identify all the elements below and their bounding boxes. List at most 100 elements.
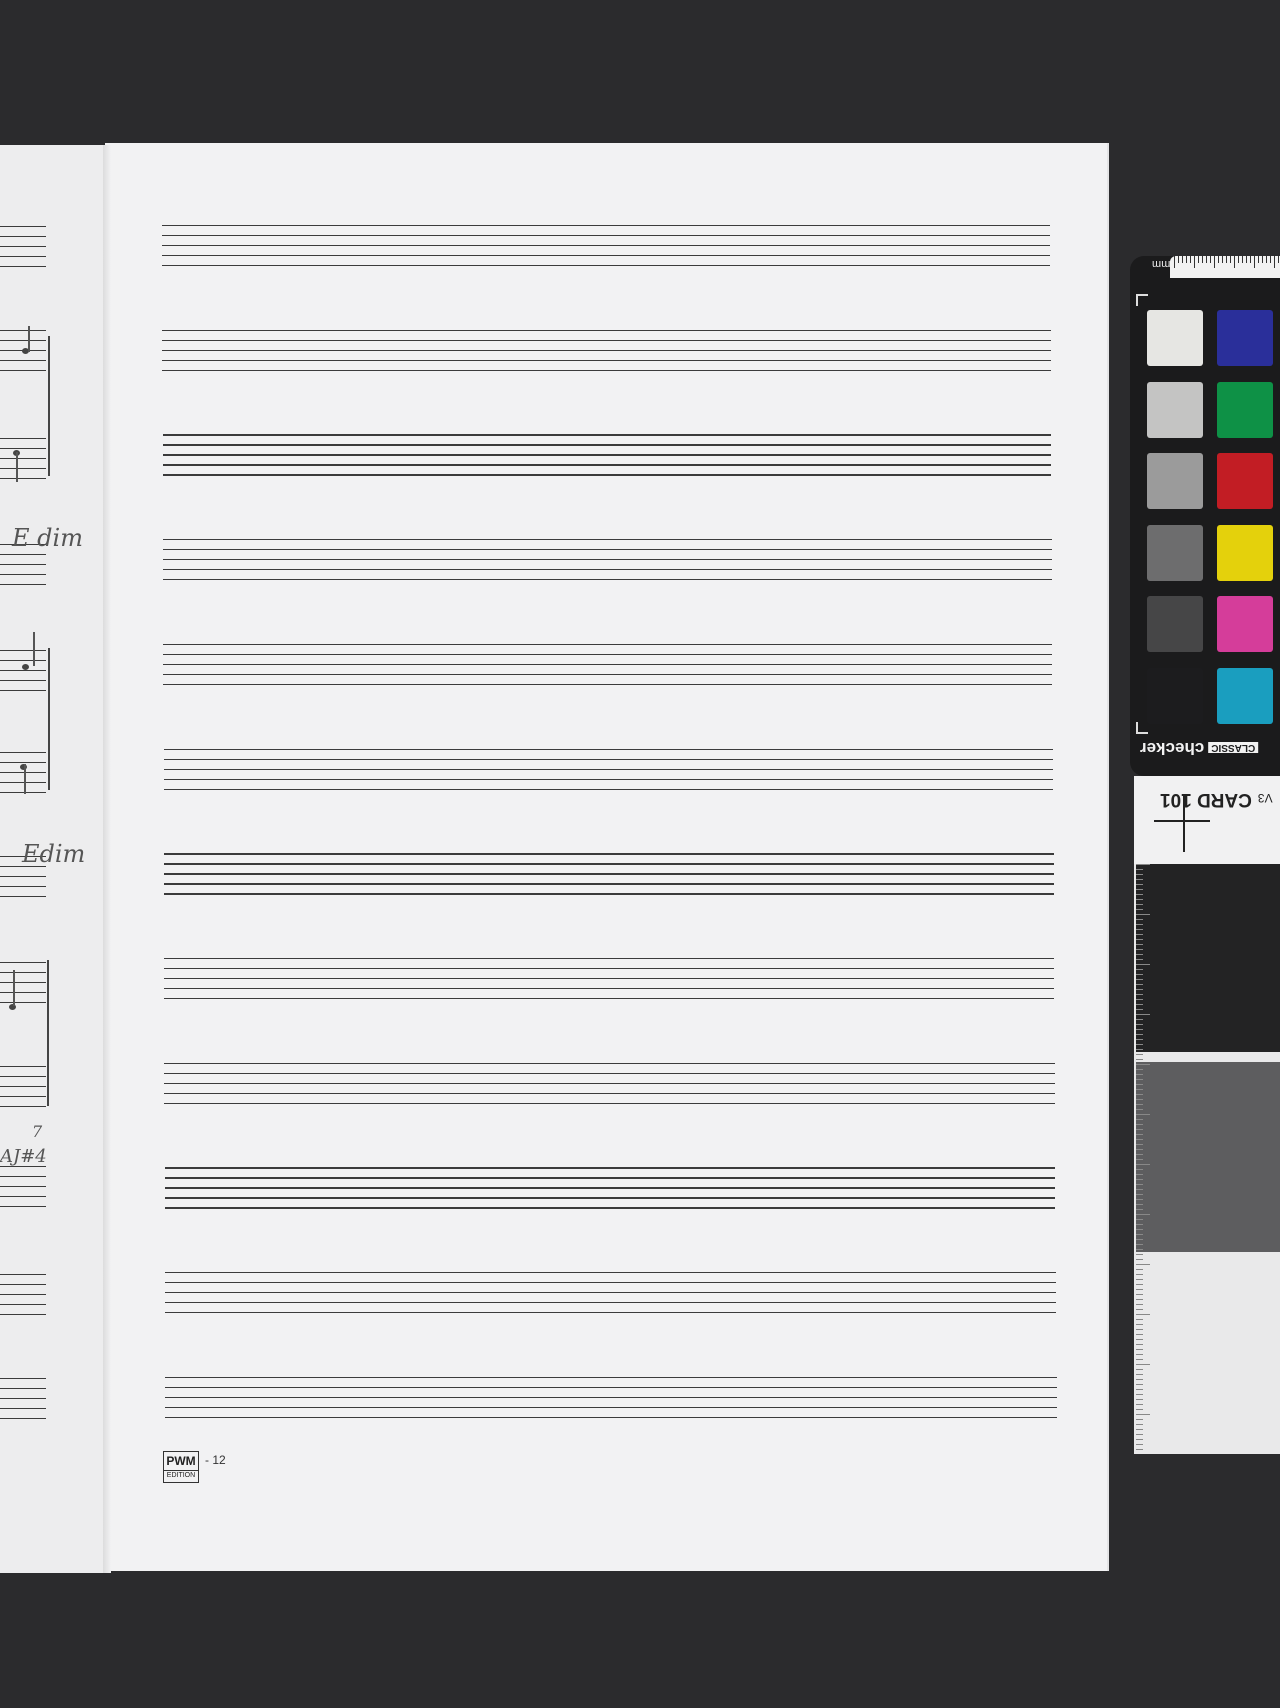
card-ruler-tick: [1136, 944, 1143, 945]
staff-line: [0, 992, 46, 994]
card-ruler-tick: [1136, 1444, 1143, 1445]
color-patch: [1147, 524, 1203, 581]
note-stem: [24, 764, 26, 794]
staff-line: [0, 266, 46, 268]
staff-line: [164, 967, 1055, 970]
partial-staff: [0, 1274, 46, 1316]
staff-line: [0, 1206, 46, 1208]
card-ruler-tick: [1136, 1364, 1150, 1365]
card-ruler-tick: [1136, 959, 1143, 960]
card-ruler-tick: [1136, 999, 1143, 1000]
staff-line: [0, 690, 46, 692]
card-ruler-tick: [1136, 1334, 1143, 1335]
card-ruler-tick: [1136, 1164, 1150, 1165]
card-ruler-tick: [1136, 1089, 1143, 1090]
staff-line: [0, 1284, 46, 1286]
card-ruler-tick: [1136, 1349, 1143, 1350]
card-ruler-tick: [1136, 1404, 1143, 1405]
card-ruler-tick: [1136, 1289, 1143, 1290]
ruler-tick: [1246, 256, 1247, 263]
staff-line: [162, 225, 1050, 227]
staff-line: [0, 246, 46, 248]
card-ruler-tick: [1136, 869, 1143, 870]
ruler-tick: [1242, 256, 1243, 263]
partial-staff: [0, 438, 46, 480]
staff-line: [165, 1282, 1056, 1284]
staff-line: [0, 564, 46, 566]
card-ruler-tick: [1136, 964, 1150, 965]
color-patch: [1217, 453, 1273, 509]
staff-line: [163, 768, 1053, 770]
staff-line: [162, 255, 1050, 257]
card-ruler-tick: [1136, 1064, 1150, 1065]
card-ruler-tick: [1136, 974, 1143, 975]
note-stem: [33, 632, 35, 666]
ruler-tick: [1250, 256, 1251, 263]
card-ruler-tick: [1136, 989, 1143, 990]
staff-line: [0, 584, 46, 586]
card-ruler-tick: [1136, 1099, 1143, 1100]
staff-line: [163, 673, 1053, 676]
card-ruler-tick: [1136, 939, 1143, 940]
empty-staff: [162, 225, 1050, 267]
color-patch: [1147, 310, 1203, 366]
staff-line: [162, 474, 1052, 476]
card-ruler-tick: [1136, 1429, 1143, 1430]
staff-line: [0, 752, 46, 754]
staff-line: [0, 554, 46, 556]
card-ruler-tick: [1136, 1224, 1143, 1225]
staff-line: [162, 464, 1052, 466]
staff-line: [164, 987, 1055, 990]
staff-line: [162, 245, 1050, 247]
card-ruler-tick: [1136, 1219, 1143, 1220]
staff-line: [165, 1406, 1057, 1409]
ruler-tick: [1198, 256, 1199, 263]
staff-line: [0, 896, 46, 898]
staff-line: [0, 478, 46, 480]
partial-staff: [0, 1378, 46, 1420]
card-ruler-tick: [1136, 1449, 1143, 1450]
staff-line: [162, 349, 1051, 352]
card-ruler-tick: [1136, 1074, 1143, 1075]
partial-staff: [0, 752, 46, 794]
card-ruler-tick: [1136, 1379, 1143, 1380]
ruler-tick: [1222, 256, 1223, 263]
staff-line: [0, 1274, 46, 1276]
staff-line: [0, 1096, 46, 1098]
staff-line: [0, 680, 46, 682]
crop-corner: [1136, 722, 1148, 734]
photo-scene: E dim Edim AJ#4 7 PWM EDITION - 12 mm CL…: [0, 0, 1280, 1708]
card-ruler-tick: [1136, 1029, 1143, 1030]
card-ruler-tick: [1136, 1249, 1143, 1250]
card-ruler-tick: [1136, 1414, 1150, 1415]
color-patch: [1217, 524, 1273, 581]
card-ruler-tick: [1136, 1119, 1143, 1120]
staff-line: [0, 1408, 46, 1410]
partial-staff: [0, 1166, 46, 1208]
card-ruler-tick: [1136, 1134, 1143, 1135]
card-ruler-tick: [1136, 1244, 1143, 1245]
ruler-tick: [1230, 256, 1231, 263]
staff-line: [0, 438, 46, 440]
staff-line: [163, 883, 1054, 885]
card-ruler-tick: [1136, 1274, 1143, 1275]
color-patch: [1217, 596, 1273, 652]
staff-line: [164, 977, 1055, 980]
note-head: [22, 664, 29, 670]
card-ruler-tick: [1136, 1184, 1143, 1185]
card-ruler-tick: [1136, 1034, 1143, 1035]
card-ruler-tick: [1136, 1279, 1143, 1280]
staff-line: [0, 226, 46, 228]
staff-line: [0, 1294, 46, 1296]
staff-line: [164, 1197, 1056, 1199]
card-ruler-tick: [1136, 1039, 1143, 1040]
staff-line: [0, 670, 46, 672]
ruler-tick: [1270, 256, 1271, 263]
staff-line: [162, 359, 1051, 362]
book-gutter: [103, 145, 111, 1573]
card-ruler-tick: [1136, 894, 1143, 895]
ruler-tick: [1258, 256, 1259, 263]
card-ruler-tick: [1136, 1344, 1143, 1345]
chord-annotation: AJ#4: [0, 1146, 47, 1167]
card-ruler-tick: [1136, 1304, 1143, 1305]
